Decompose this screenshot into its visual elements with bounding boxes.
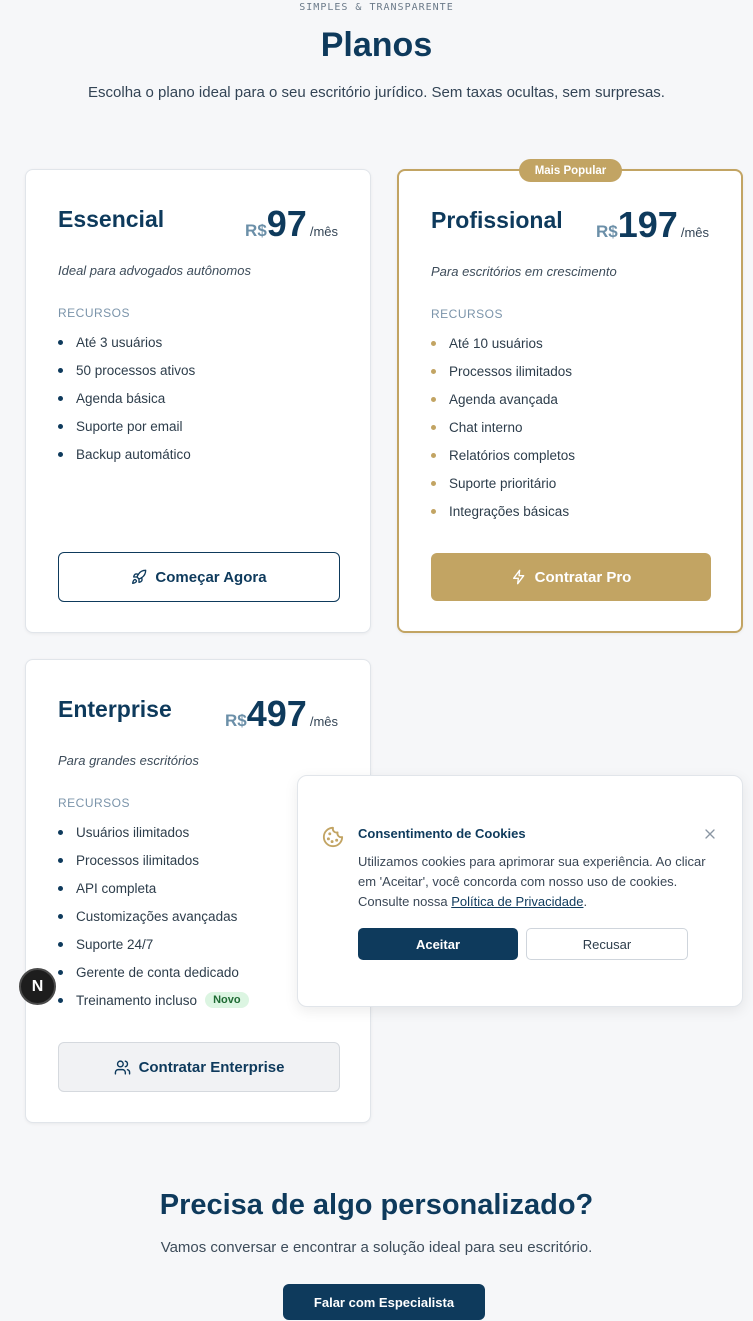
plan-description: Para escritórios em crescimento: [431, 264, 617, 279]
bullet-icon: [431, 368, 436, 374]
most-popular-badge: Mais Popular: [519, 159, 622, 182]
feature-list: Até 10 usuários Processos ilimitados Age…: [431, 329, 575, 525]
list-item: Suporte prioritário: [431, 469, 575, 497]
talk-to-specialist-button[interactable]: Falar com Especialista: [283, 1284, 485, 1320]
feature-list: Até 3 usuários 50 processos ativos Agend…: [58, 328, 195, 468]
avatar[interactable]: N: [19, 968, 56, 1005]
bullet-icon: [431, 396, 436, 402]
list-item: 50 processos ativos: [58, 356, 195, 384]
bullet-icon: [431, 480, 436, 486]
price-currency: R$: [225, 711, 247, 730]
new-badge: Novo: [205, 992, 249, 1008]
plan-name: Essencial: [58, 206, 165, 232]
list-item: Customizações avançadas: [58, 902, 249, 930]
list-item: Treinamento incluso Novo: [58, 986, 249, 1014]
list-item: Relatórios completos: [431, 441, 575, 469]
cookie-consent-dialog: Consentimento de Cookies Utilizamos cook…: [297, 775, 743, 1007]
cookie-title: Consentimento de Cookies: [358, 826, 526, 841]
plan-description: Para grandes escritórios: [58, 753, 199, 768]
cta-subtitle: Vamos conversar e encontrar a solução id…: [160, 1239, 593, 1256]
users-icon: [114, 1059, 130, 1075]
close-icon[interactable]: [702, 826, 718, 842]
list-item: Até 10 usuários: [431, 329, 575, 357]
list-item: API completa: [58, 874, 249, 902]
eyebrow-label: SIMPLES & TRANSPARENTE: [299, 2, 454, 13]
list-item: Suporte por email: [58, 412, 195, 440]
bullet-icon: [58, 451, 63, 457]
list-item: Suporte 24/7: [58, 930, 249, 958]
bullet-icon: [58, 857, 63, 863]
plan-price: R$ 497 /mês: [225, 696, 338, 732]
cta-title: Precisa de algo personalizado?: [159, 1189, 594, 1221]
bullet-icon: [58, 969, 63, 975]
price-period: /mês: [309, 224, 338, 239]
page-title: Planos: [320, 26, 433, 64]
bullet-icon: [58, 885, 63, 891]
privacy-policy-link[interactable]: Política de Privacidade: [451, 894, 583, 909]
bullet-icon: [58, 395, 63, 401]
cookie-icon: [322, 826, 344, 848]
price-currency: R$: [245, 221, 267, 240]
price-amount: 497: [246, 693, 307, 734]
plan-price: R$ 197 /mês: [596, 207, 709, 243]
resources-label: RECURSOS: [58, 306, 131, 320]
plan-name: Profissional: [431, 207, 563, 233]
price-period: /mês: [680, 225, 709, 240]
plan-price: R$ 97 /mês: [245, 206, 338, 242]
list-item: Até 3 usuários: [58, 328, 195, 356]
contract-enterprise-button[interactable]: Contratar Enterprise: [58, 1042, 340, 1092]
price-amount: 97: [266, 203, 307, 244]
bullet-icon: [58, 423, 63, 429]
list-item: Chat interno: [431, 413, 575, 441]
list-item: Gerente de conta dedicado: [58, 958, 249, 986]
bullet-icon: [58, 941, 63, 947]
cookie-message: Utilizamos cookies para aprimorar sua ex…: [358, 854, 706, 909]
list-item: Usuários ilimitados: [58, 818, 249, 846]
list-item: Agenda básica: [58, 384, 195, 412]
rocket-icon: [132, 569, 147, 584]
bullet-icon: [431, 452, 436, 458]
plan-description: Ideal para advogados autônomos: [58, 263, 251, 278]
list-item: Integrações básicas: [431, 497, 575, 525]
plan-name: Enterprise: [58, 696, 172, 722]
list-item: Processos ilimitados: [58, 846, 249, 874]
plan-card-essencial: Essencial R$ 97 /mês Ideal para advogado…: [25, 169, 371, 633]
list-item: Backup automático: [58, 440, 195, 468]
bullet-icon: [431, 424, 436, 430]
price-amount: 197: [617, 204, 678, 245]
list-item: Agenda avançada: [431, 385, 575, 413]
bullet-icon: [431, 340, 436, 346]
decline-cookies-button[interactable]: Recusar: [526, 928, 688, 960]
bullet-icon: [58, 829, 63, 835]
resources-label: RECURSOS: [58, 796, 131, 810]
bullet-icon: [431, 508, 436, 514]
bullet-icon: [58, 339, 63, 345]
page-subtitle: Escolha o plano ideal para o seu escritó…: [88, 84, 665, 101]
feature-list: Usuários ilimitados Processos ilimitados…: [58, 818, 249, 1014]
resources-label: RECURSOS: [431, 307, 504, 321]
accept-cookies-button[interactable]: Aceitar: [358, 928, 518, 960]
bullet-icon: [58, 367, 63, 373]
contract-pro-button[interactable]: Contratar Pro: [431, 553, 711, 601]
plan-card-profissional: Profissional R$ 197 /mês Para escritório…: [397, 169, 743, 633]
price-currency: R$: [596, 222, 618, 241]
bullet-icon: [58, 997, 63, 1003]
start-now-button[interactable]: Começar Agora: [58, 552, 340, 602]
bullet-icon: [58, 913, 63, 919]
list-item: Processos ilimitados: [431, 357, 575, 385]
lightning-icon: [512, 569, 524, 585]
price-period: /mês: [309, 714, 338, 729]
